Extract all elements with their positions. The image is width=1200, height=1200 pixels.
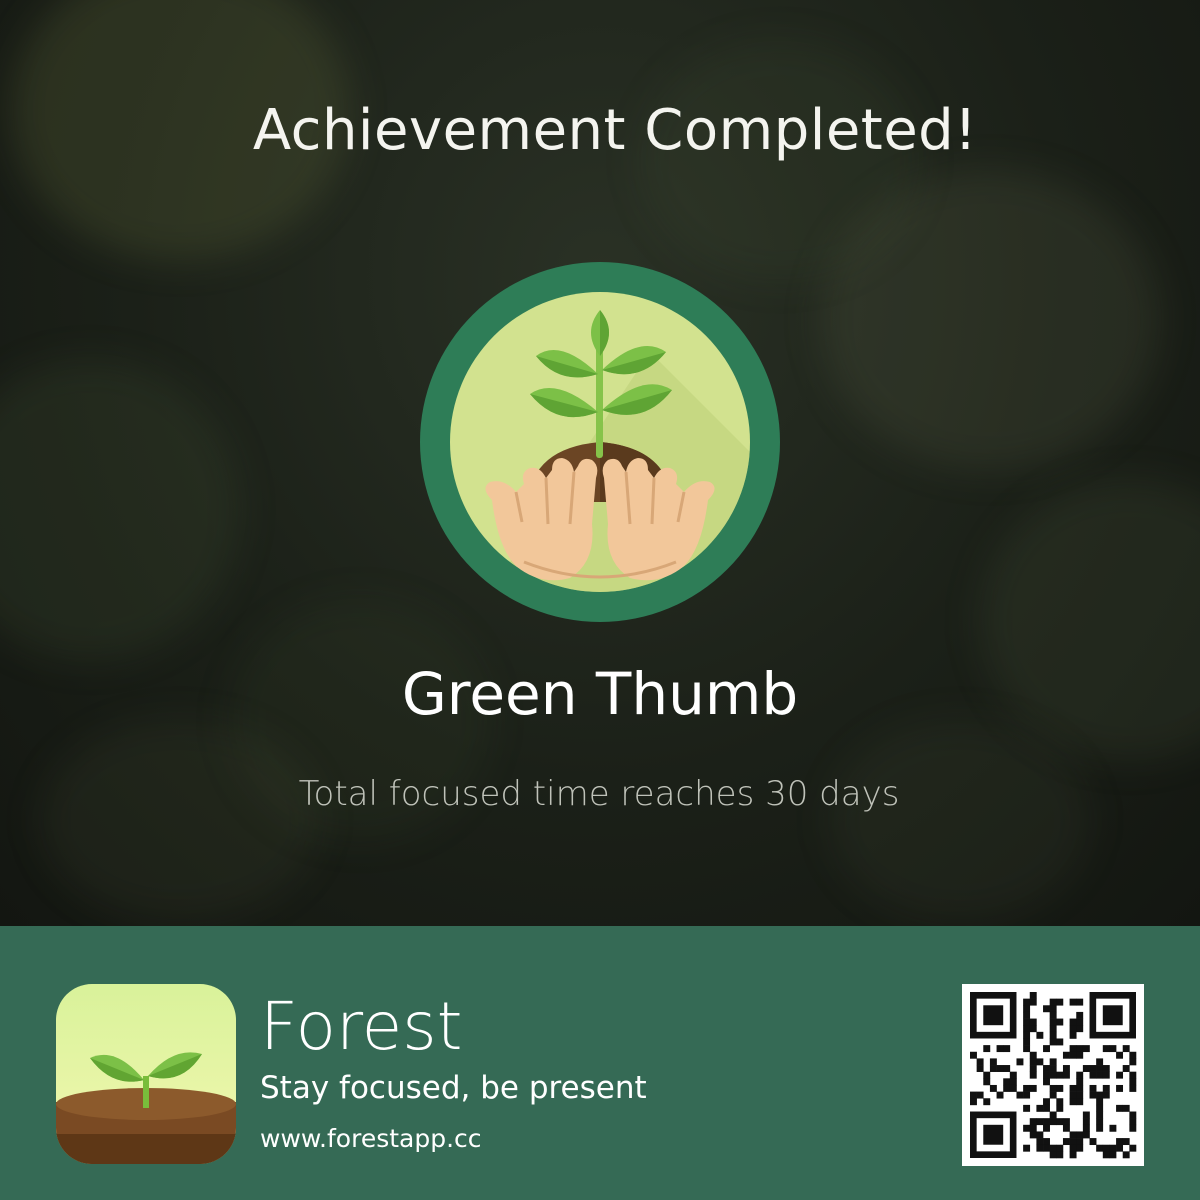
achievement-hero: Achievement Completed! Green Thumb Total… (0, 0, 1200, 926)
achievement-name: Green Thumb (401, 660, 799, 728)
qr-code (962, 984, 1144, 1166)
qr-code-icon (970, 992, 1137, 1159)
achievement-description: Total focused time reaches 30 days (298, 774, 900, 814)
forest-app-icon[interactable] (56, 984, 236, 1164)
achievement-badge (420, 262, 780, 622)
brand-footer: Forest Stay focused, be present www.fore… (0, 926, 1200, 1200)
plant-in-hands-icon (420, 262, 780, 622)
achievement-share-card: Achievement Completed! Green Thumb Total… (0, 0, 1200, 1200)
sprout-app-icon (56, 984, 236, 1164)
achievement-heading: Achievement Completed! (252, 98, 978, 163)
bokeh-light (40, 720, 320, 920)
app-tagline: Stay focused, be present (260, 1070, 647, 1106)
bokeh-light (830, 720, 1090, 920)
website-link[interactable]: www.forestapp.cc (260, 1124, 482, 1153)
bokeh-light (0, 360, 240, 660)
app-name: Forest (260, 988, 463, 1065)
